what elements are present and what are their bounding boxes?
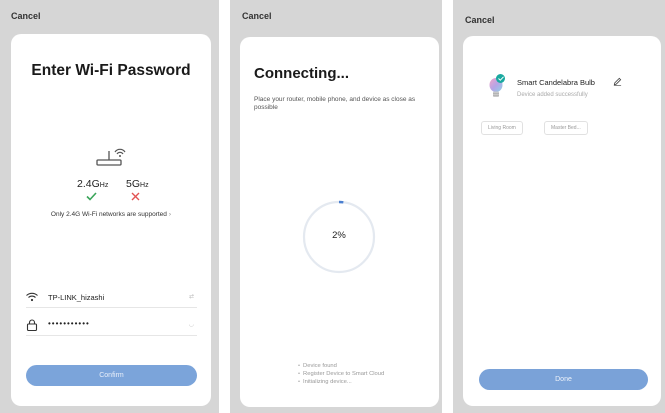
band-5ghz: 5GHz — [126, 178, 149, 190]
band-5ghz-value: 5G — [126, 178, 141, 190]
lock-icon — [26, 319, 38, 331]
band-5ghz-unit: Hz — [140, 182, 149, 189]
cancel-button[interactable]: Cancel — [242, 11, 272, 21]
band-2-4ghz-unit: Hz — [99, 182, 109, 189]
check-icon — [86, 192, 97, 201]
page-title: Enter Wi-Fi Password — [31, 62, 191, 79]
step-item: Device found — [298, 362, 384, 370]
device-status: Device added successfully — [517, 92, 588, 98]
wifi-ssid-value: TP-LINK_hizashi — [48, 293, 105, 302]
success-check-icon — [497, 76, 504, 81]
wifi-password-value: ••••••••••• — [48, 319, 90, 328]
room-chip-master-bed[interactable]: Master Bed... — [544, 121, 588, 135]
cross-icon — [131, 192, 140, 201]
confirm-button[interactable]: Confirm — [26, 365, 197, 386]
router-icon — [96, 148, 126, 166]
wifi-icon — [26, 292, 38, 302]
connection-steps: Device found Register Device to Smart Cl… — [298, 362, 384, 386]
wifi-password-card: Enter Wi-Fi Password 2.4GHz 5GHz Only 2.… — [11, 34, 211, 406]
band-2-4ghz-value: 2.4G — [77, 178, 100, 190]
device-added-screen: Cancel Smart Candelabra Bulb Device adde… — [453, 0, 665, 413]
band-2-4ghz: 2.4GHz — [77, 178, 108, 190]
chevron-right-icon: › — [168, 211, 172, 218]
supported-networks-link[interactable]: Only 2.4G Wi-Fi networks are supported › — [11, 211, 211, 218]
password-visibility-toggle[interactable]: ◡ — [189, 321, 194, 328]
wifi-password-screen: Cancel Enter Wi-Fi Password 2.4GHz 5GHz … — [0, 0, 219, 413]
connecting-description: Place your router, mobile phone, and dev… — [254, 96, 416, 111]
supported-networks-text: Only 2.4G Wi-Fi networks are supported — [50, 211, 167, 218]
done-button[interactable]: Done — [479, 369, 648, 390]
room-chip-living-room[interactable]: Living Room — [481, 121, 523, 135]
device-name: Smart Candelabra Bulb — [517, 78, 595, 87]
edit-icon[interactable] — [613, 77, 622, 86]
connecting-screen: Cancel Connecting... Place your router, … — [230, 0, 442, 413]
wifi-password-field[interactable]: ••••••••••• ◡ — [26, 316, 197, 336]
cancel-button[interactable]: Cancel — [11, 11, 41, 21]
progress-label: 2% — [332, 230, 346, 241]
page-title: Connecting... — [254, 65, 349, 82]
step-item: Initializing device... — [298, 378, 384, 386]
step-item: Register Device to Smart Cloud — [298, 370, 384, 378]
connecting-card: Connecting... Place your router, mobile … — [240, 37, 439, 407]
switch-network-icon[interactable]: ⇄ — [189, 293, 194, 300]
cancel-button[interactable]: Cancel — [465, 15, 495, 25]
success-badge — [496, 74, 505, 83]
wifi-ssid-field[interactable]: TP-LINK_hizashi ⇄ — [26, 288, 197, 308]
device-added-card: Smart Candelabra Bulb Device added succe… — [463, 36, 661, 406]
